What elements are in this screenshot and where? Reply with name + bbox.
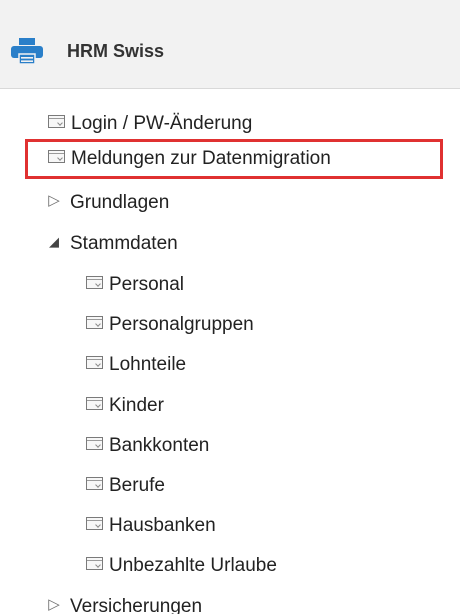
navigation-panel: HRM Swiss Login / PW-Änderung Meldungen … — [0, 0, 460, 614]
tree-item-label: Login / PW-Änderung — [71, 113, 253, 134]
app-header: HRM Swiss — [0, 0, 460, 88]
tree-item-label: Stammdaten — [70, 233, 178, 255]
tree-item-label: Kinder — [109, 395, 164, 416]
tree-item-label: Unbezahlte Urlaube — [109, 555, 277, 576]
page-icon — [86, 397, 103, 411]
page-icon — [86, 477, 103, 491]
page-icon — [86, 316, 103, 330]
page-icon — [48, 150, 65, 164]
tree-item-label: Personal — [109, 274, 184, 295]
page-icon — [86, 276, 103, 290]
app-title: HRM Swiss — [67, 41, 165, 61]
expanded-arrow-icon[interactable]: ◢ — [46, 229, 62, 255]
tree-item-label: Meldungen zur Datenmigration — [71, 148, 331, 169]
page-icon — [86, 437, 103, 451]
tree-item-label: Versicherungen — [70, 596, 203, 614]
tree-item-label: Berufe — [109, 475, 165, 496]
page-icon — [86, 356, 103, 370]
tree-item-personal[interactable]: Personal — [86, 272, 184, 298]
tree-item-kinder[interactable]: Kinder — [86, 393, 164, 419]
tree-item-grundlagen[interactable]: ▷ Grundlagen — [46, 190, 169, 216]
tree-item-unbezahlte-urlaube[interactable]: Unbezahlte Urlaube — [86, 553, 277, 579]
tree-item-versicherungen[interactable]: ▷ Versicherungen — [46, 594, 202, 614]
tree-item-label: Personalgruppen — [109, 314, 254, 335]
tree-item-personalgruppen[interactable]: Personalgruppen — [86, 312, 254, 338]
tree-item-stammdaten[interactable]: ◢ Stammdaten — [46, 231, 178, 257]
tree-item-label: Bankkonten — [109, 435, 210, 456]
tree-item-login-pw-aenderung[interactable]: Login / PW-Änderung — [48, 111, 252, 137]
tree-item-berufe[interactable]: Berufe — [86, 473, 165, 499]
header-divider — [0, 88, 460, 89]
tree-item-label: Grundlagen — [70, 192, 170, 214]
tree-item-label: Lohnteile — [109, 354, 187, 375]
tree-item-meldungen-zur-datenmigration[interactable]: Meldungen zur Datenmigration — [48, 146, 331, 172]
page-icon — [86, 517, 103, 531]
tree-item-hausbanken[interactable]: Hausbanken — [86, 513, 216, 539]
tree-item-label: Hausbanken — [109, 515, 216, 536]
page-icon — [86, 557, 103, 571]
tree-item-lohnteile[interactable]: Lohnteile — [86, 352, 186, 378]
tree-item-bankkonten[interactable]: Bankkonten — [86, 433, 209, 459]
printer-icon — [11, 38, 43, 65]
page-icon — [48, 115, 65, 129]
collapsed-arrow-icon[interactable]: ▷ — [46, 188, 62, 214]
collapsed-arrow-icon[interactable]: ▷ — [46, 592, 62, 614]
